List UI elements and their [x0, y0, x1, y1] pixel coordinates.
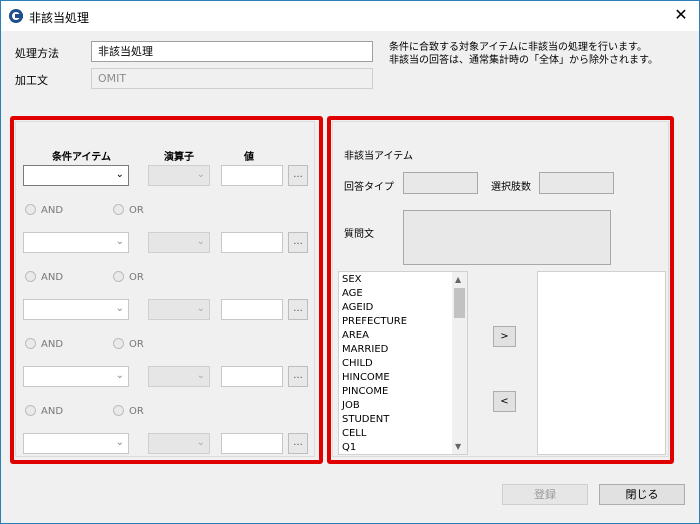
and-radio-3[interactable]: AND — [25, 338, 63, 350]
choice-count-label: 選択肢数 — [491, 182, 531, 193]
condition-item-select-5[interactable]: ⌄ — [23, 433, 129, 454]
radio-circle-icon — [113, 338, 124, 349]
chevron-down-icon: ⌄ — [196, 236, 205, 247]
title-bar: 非該当処理 ✕ — [1, 1, 699, 31]
operator-select-5[interactable]: ⌄ — [148, 433, 210, 454]
description-line-1: 条件に合致する対象アイテムに非該当の処理を行います。 — [389, 42, 647, 53]
operator-select-2[interactable]: ⌄ — [148, 232, 210, 253]
chevron-down-icon: ⌄ — [115, 437, 124, 448]
close-icon[interactable]: ✕ — [671, 5, 691, 25]
description-text: 条件に合致する対象アイテムに非該当の処理を行います。 非該当の回答は、通常集計時… — [389, 41, 658, 67]
and-label: AND — [41, 272, 64, 283]
window-title: 非該当処理 — [29, 11, 90, 25]
dialog-window: 非該当処理 ✕ 処理方法 非該当処理 加工文 OMIT 条件に合致する対象アイテ… — [0, 0, 700, 524]
col-header-value: 値 — [244, 152, 254, 163]
or-radio-3[interactable]: OR — [113, 338, 144, 350]
condition-item-select-2[interactable]: ⌄ — [23, 232, 129, 253]
and-radio-2[interactable]: AND — [25, 271, 63, 283]
radio-circle-icon — [113, 271, 124, 282]
chevron-down-icon: ⌄ — [115, 236, 124, 247]
list-item[interactable]: MARRIED — [342, 344, 388, 355]
chevron-down-icon: ⌄ — [196, 370, 205, 381]
value-input-4[interactable] — [221, 366, 283, 387]
list-item[interactable]: CELL — [342, 428, 366, 439]
question-label: 質問文 — [344, 229, 374, 240]
list-item[interactable]: Q1 — [342, 442, 356, 453]
value-browse-button-4[interactable]: ... — [288, 366, 308, 387]
question-text-field — [403, 210, 611, 265]
close-button[interactable]: 閉じる — [599, 484, 685, 505]
col-header-item: 条件アイテム — [52, 152, 111, 163]
value-browse-button-5[interactable]: ... — [288, 433, 308, 454]
or-label: OR — [129, 272, 144, 283]
list-item[interactable]: STUDENT — [342, 414, 389, 425]
item-list[interactable]: SEX AGE AGEID PREFECTURE AREA MARRIED CH… — [338, 271, 468, 455]
and-label: AND — [41, 406, 64, 417]
value-browse-button-3[interactable]: ... — [288, 299, 308, 320]
operator-select-4[interactable]: ⌄ — [148, 366, 210, 387]
remove-item-button[interactable]: < — [493, 391, 516, 412]
and-radio-1[interactable]: AND — [25, 204, 63, 216]
radio-circle-icon — [25, 338, 36, 349]
value-input-2[interactable] — [221, 232, 283, 253]
and-label: AND — [41, 205, 64, 216]
radio-circle-icon — [25, 204, 36, 215]
process-label: 加工文 — [15, 74, 48, 87]
condition-item-select-3[interactable]: ⌄ — [23, 299, 129, 320]
or-radio-4[interactable]: OR — [113, 405, 144, 417]
list-item[interactable]: AGEID — [342, 302, 373, 313]
chevron-down-icon: ⌄ — [196, 437, 205, 448]
list-item[interactable]: AREA — [342, 330, 369, 341]
or-radio-1[interactable]: OR — [113, 204, 144, 216]
answer-type-label: 回答タイプ — [344, 182, 394, 193]
chevron-down-icon: ⌄ — [115, 303, 124, 314]
chevron-down-icon: ⌄ — [115, 169, 124, 180]
choice-count-field — [539, 172, 614, 194]
condition-item-select-1[interactable]: ⌄ — [23, 165, 129, 186]
or-radio-2[interactable]: OR — [113, 271, 144, 283]
value-input-3[interactable] — [221, 299, 283, 320]
radio-circle-icon — [113, 204, 124, 215]
chevron-down-icon: ⌄ — [196, 169, 205, 180]
scroll-up-icon[interactable]: ▲ — [455, 275, 461, 284]
selected-item-list[interactable] — [537, 271, 666, 455]
list-item[interactable]: PINCOME — [342, 386, 388, 397]
or-label: OR — [129, 339, 144, 350]
and-label: AND — [41, 339, 64, 350]
method-field[interactable]: 非該当処理 — [91, 41, 373, 62]
and-radio-4[interactable]: AND — [25, 405, 63, 417]
radio-circle-icon — [113, 405, 124, 416]
condition-item-select-4[interactable]: ⌄ — [23, 366, 129, 387]
value-browse-button-2[interactable]: ... — [288, 232, 308, 253]
chevron-down-icon: ⌄ — [115, 370, 124, 381]
answer-type-field — [403, 172, 478, 194]
value-browse-button-1[interactable]: ... — [288, 165, 308, 186]
register-button[interactable]: 登録 — [502, 484, 588, 505]
col-header-operator: 演算子 — [164, 152, 194, 163]
list-item[interactable]: PREFECTURE — [342, 316, 407, 327]
description-line-2: 非該当の回答は、通常集計時の「全体」から除外されます。 — [389, 55, 658, 66]
value-input-1[interactable] — [221, 165, 283, 186]
list-item[interactable]: HINCOME — [342, 372, 390, 383]
radio-circle-icon — [25, 271, 36, 282]
app-logo-icon — [9, 9, 23, 23]
operator-select-1[interactable]: ⌄ — [148, 165, 210, 186]
add-item-button[interactable]: > — [493, 326, 516, 347]
list-item[interactable]: SEX — [342, 274, 362, 285]
list-scrollbar[interactable]: ▲ ▼ — [452, 272, 467, 454]
or-label: OR — [129, 205, 144, 216]
radio-circle-icon — [25, 405, 36, 416]
chevron-down-icon: ⌄ — [196, 303, 205, 314]
operator-select-3[interactable]: ⌄ — [148, 299, 210, 320]
target-header: 非該当アイテム — [344, 151, 413, 162]
process-field[interactable]: OMIT — [91, 68, 373, 89]
scroll-down-icon[interactable]: ▼ — [455, 442, 461, 451]
list-item[interactable]: AGE — [342, 288, 363, 299]
or-label: OR — [129, 406, 144, 417]
list-item[interactable]: JOB — [342, 400, 360, 411]
value-input-5[interactable] — [221, 433, 283, 454]
scroll-thumb[interactable] — [454, 288, 465, 318]
list-item[interactable]: CHILD — [342, 358, 373, 369]
method-label: 処理方法 — [15, 47, 59, 60]
